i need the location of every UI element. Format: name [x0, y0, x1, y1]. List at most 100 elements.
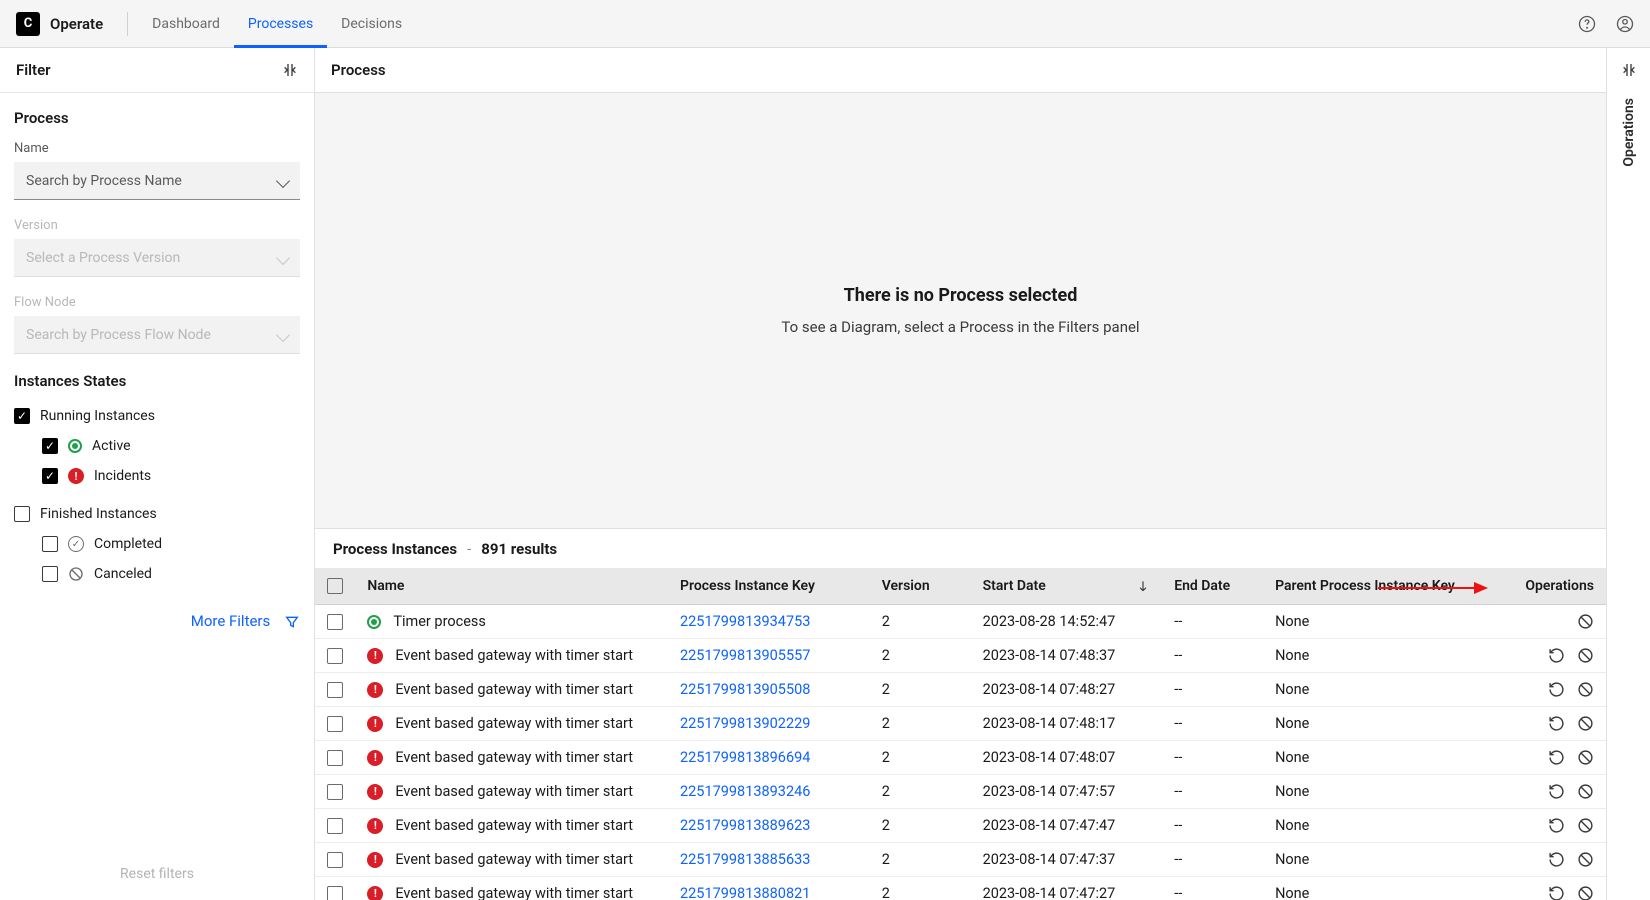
instance-version: 2 [870, 707, 971, 741]
collapse-panel-icon[interactable] [282, 62, 298, 78]
instance-key-link[interactable]: 2251799813905508 [680, 681, 810, 698]
tab-decisions[interactable]: Decisions [341, 0, 402, 47]
more-filters-button[interactable]: More Filters [191, 612, 271, 630]
filter-icon[interactable] [284, 614, 300, 630]
cancel-icon[interactable] [1577, 647, 1594, 664]
retry-icon[interactable] [1548, 885, 1565, 900]
instance-key-link[interactable]: 2251799813905557 [680, 647, 810, 664]
tab-processes[interactable]: Processes [248, 0, 313, 47]
topbar: C Operate Dashboard Processes Decisions [0, 0, 1650, 48]
column-end[interactable]: End Date [1162, 568, 1263, 605]
row-checkbox[interactable] [327, 784, 343, 800]
filter-title: Filter [16, 61, 51, 79]
cancel-icon[interactable] [1577, 715, 1594, 732]
instance-start-date: 2023-08-14 07:47:37 [971, 843, 1163, 877]
active-status-icon [68, 439, 82, 453]
flownode-placeholder: Search by Process Flow Node [26, 327, 211, 343]
process-version-select: Select a Process Version [14, 239, 300, 277]
instance-end-date: -- [1162, 775, 1263, 809]
instance-parent-key: None [1263, 741, 1505, 775]
instance-end-date: -- [1162, 673, 1263, 707]
cancel-icon[interactable] [1577, 817, 1594, 834]
column-start[interactable]: Start Date [971, 568, 1163, 605]
instance-version: 2 [870, 673, 971, 707]
retry-icon[interactable] [1548, 817, 1565, 834]
operations-rail-label: Operations [1621, 98, 1637, 167]
process-name-select[interactable]: Search by Process Name [14, 162, 300, 200]
instance-key-link[interactable]: 2251799813902229 [680, 715, 810, 732]
instance-name: Timer process [393, 613, 486, 630]
retry-icon[interactable] [1548, 783, 1565, 800]
row-checkbox[interactable] [327, 614, 343, 630]
instance-key-link[interactable]: 2251799813896694 [680, 749, 810, 766]
retry-icon[interactable] [1548, 647, 1565, 664]
incidents-label: Incidents [94, 468, 151, 484]
instance-key-link[interactable]: 2251799813880821 [680, 885, 810, 900]
instances-header: Process Instances - 891 results [315, 528, 1606, 568]
finished-label: Finished Instances [40, 506, 157, 522]
cancel-icon[interactable] [1577, 613, 1594, 630]
completed-label: Completed [94, 536, 162, 552]
column-name[interactable]: Name [355, 568, 668, 605]
incidents-checkbox[interactable] [42, 468, 58, 484]
chevron-down-icon [276, 173, 290, 187]
version-placeholder: Select a Process Version [26, 250, 180, 266]
retry-icon[interactable] [1548, 851, 1565, 868]
column-key[interactable]: Process Instance Key [668, 568, 870, 605]
active-checkbox[interactable] [42, 438, 58, 454]
row-checkbox[interactable] [327, 886, 343, 900]
row-checkbox[interactable] [327, 716, 343, 732]
retry-icon[interactable] [1548, 749, 1565, 766]
cancel-icon[interactable] [1577, 681, 1594, 698]
retry-icon[interactable] [1548, 715, 1565, 732]
instance-parent-key: None [1263, 707, 1505, 741]
instance-end-date: -- [1162, 605, 1263, 639]
instance-version: 2 [870, 741, 971, 775]
instances-title: Process Instances [333, 540, 457, 558]
active-label: Active [92, 438, 131, 454]
instance-key-link[interactable]: 2251799813885633 [680, 851, 810, 868]
instance-version: 2 [870, 605, 971, 639]
completed-checkbox[interactable] [42, 536, 58, 552]
instance-parent-key: None [1263, 605, 1505, 639]
canceled-checkbox[interactable] [42, 566, 58, 582]
row-checkbox[interactable] [327, 818, 343, 834]
reset-filters-button[interactable]: Reset filters [0, 848, 314, 900]
incident-status-icon: ! [68, 468, 84, 484]
instance-key-link[interactable]: 2251799813934753 [680, 613, 810, 630]
instance-parent-key: None [1263, 673, 1505, 707]
cancel-icon[interactable] [1577, 749, 1594, 766]
finished-checkbox[interactable] [14, 506, 30, 522]
column-parent[interactable]: Parent Process Instance Key [1263, 568, 1505, 605]
instance-key-link[interactable]: 2251799813889623 [680, 817, 810, 834]
operations-rail[interactable]: Operations [1606, 48, 1650, 900]
select-all-checkbox[interactable] [327, 578, 343, 594]
column-start-label: Start Date [983, 578, 1046, 594]
active-status-icon [367, 615, 381, 629]
instance-name: Event based gateway with timer start [395, 715, 633, 732]
column-version[interactable]: Version [870, 568, 971, 605]
flownode-select: Search by Process Flow Node [14, 316, 300, 354]
incident-status-icon: ! [367, 716, 383, 732]
cancel-icon[interactable] [1577, 885, 1594, 900]
expand-panel-icon[interactable] [1621, 62, 1637, 78]
diagram-empty-state: There is no Process selected To see a Di… [315, 93, 1606, 528]
row-checkbox[interactable] [327, 852, 343, 868]
retry-icon[interactable] [1548, 681, 1565, 698]
instance-start-date: 2023-08-14 07:47:27 [971, 877, 1163, 900]
instance-parent-key: None [1263, 809, 1505, 843]
cancel-icon[interactable] [1577, 783, 1594, 800]
row-checkbox[interactable] [327, 648, 343, 664]
user-icon[interactable] [1616, 15, 1634, 33]
help-icon[interactable] [1578, 15, 1596, 33]
tab-dashboard[interactable]: Dashboard [152, 0, 220, 47]
instance-name: Event based gateway with timer start [395, 817, 633, 834]
table-row: !Event based gateway with timer start225… [315, 877, 1606, 900]
running-checkbox[interactable] [14, 408, 30, 424]
app-title: Operate [50, 15, 103, 33]
row-checkbox[interactable] [327, 750, 343, 766]
instances-table: Name Process Instance Key Version Start … [315, 568, 1606, 900]
instance-key-link[interactable]: 2251799813893246 [680, 783, 810, 800]
cancel-icon[interactable] [1577, 851, 1594, 868]
row-checkbox[interactable] [327, 682, 343, 698]
